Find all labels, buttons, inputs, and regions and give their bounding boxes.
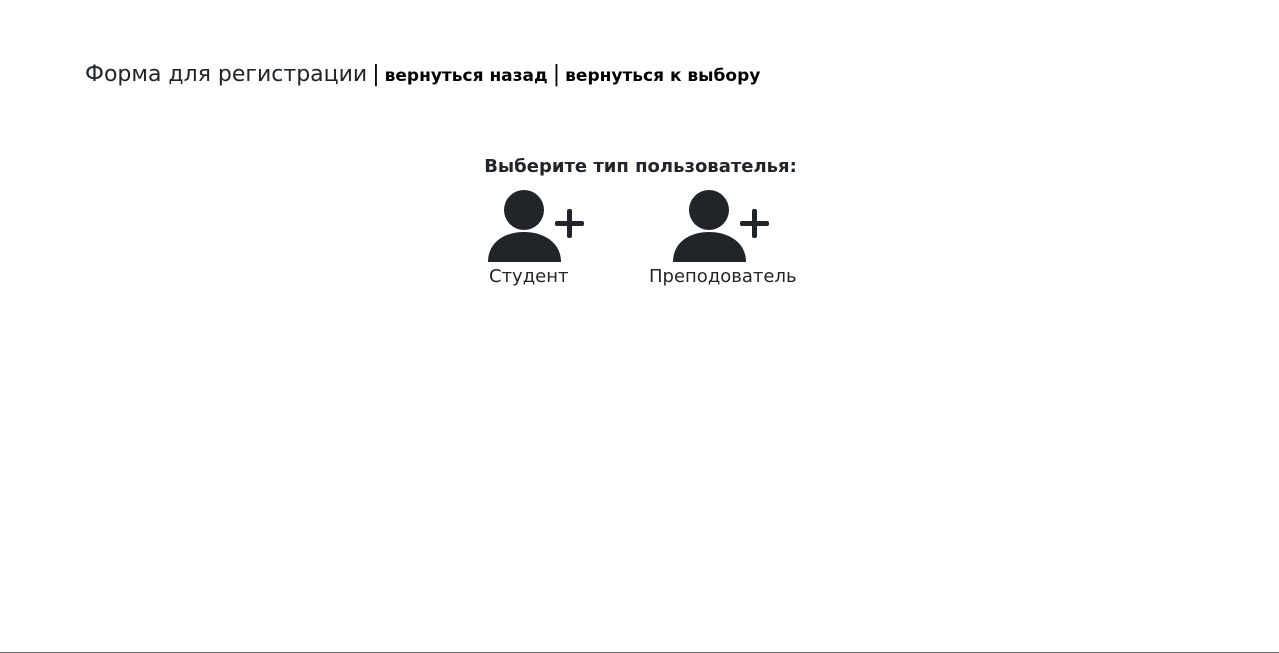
user-type-options: Студент Преподователь bbox=[0, 190, 1279, 300]
page-title: Форма для регистрации bbox=[85, 62, 368, 87]
page-header: Форма для регистрации | вернуться назад … bbox=[85, 62, 760, 87]
back-to-choice-link[interactable]: вернуться к выбору bbox=[565, 66, 760, 86]
teacher-option[interactable]: Преподователь bbox=[649, 190, 797, 287]
person-plus-icon bbox=[673, 190, 769, 262]
header-separator: | bbox=[372, 62, 380, 87]
person-plus-icon bbox=[488, 190, 584, 262]
student-option[interactable]: Студент bbox=[488, 190, 588, 287]
user-type-chooser: Выберите тип пользователья: Студент Преп… bbox=[0, 156, 1279, 287]
student-label: Студент bbox=[489, 266, 569, 287]
chooser-prompt: Выберите тип пользователья: bbox=[484, 156, 797, 177]
back-link[interactable]: вернуться назад bbox=[385, 66, 548, 86]
header-separator: | bbox=[552, 62, 561, 87]
teacher-label: Преподователь bbox=[649, 266, 797, 287]
